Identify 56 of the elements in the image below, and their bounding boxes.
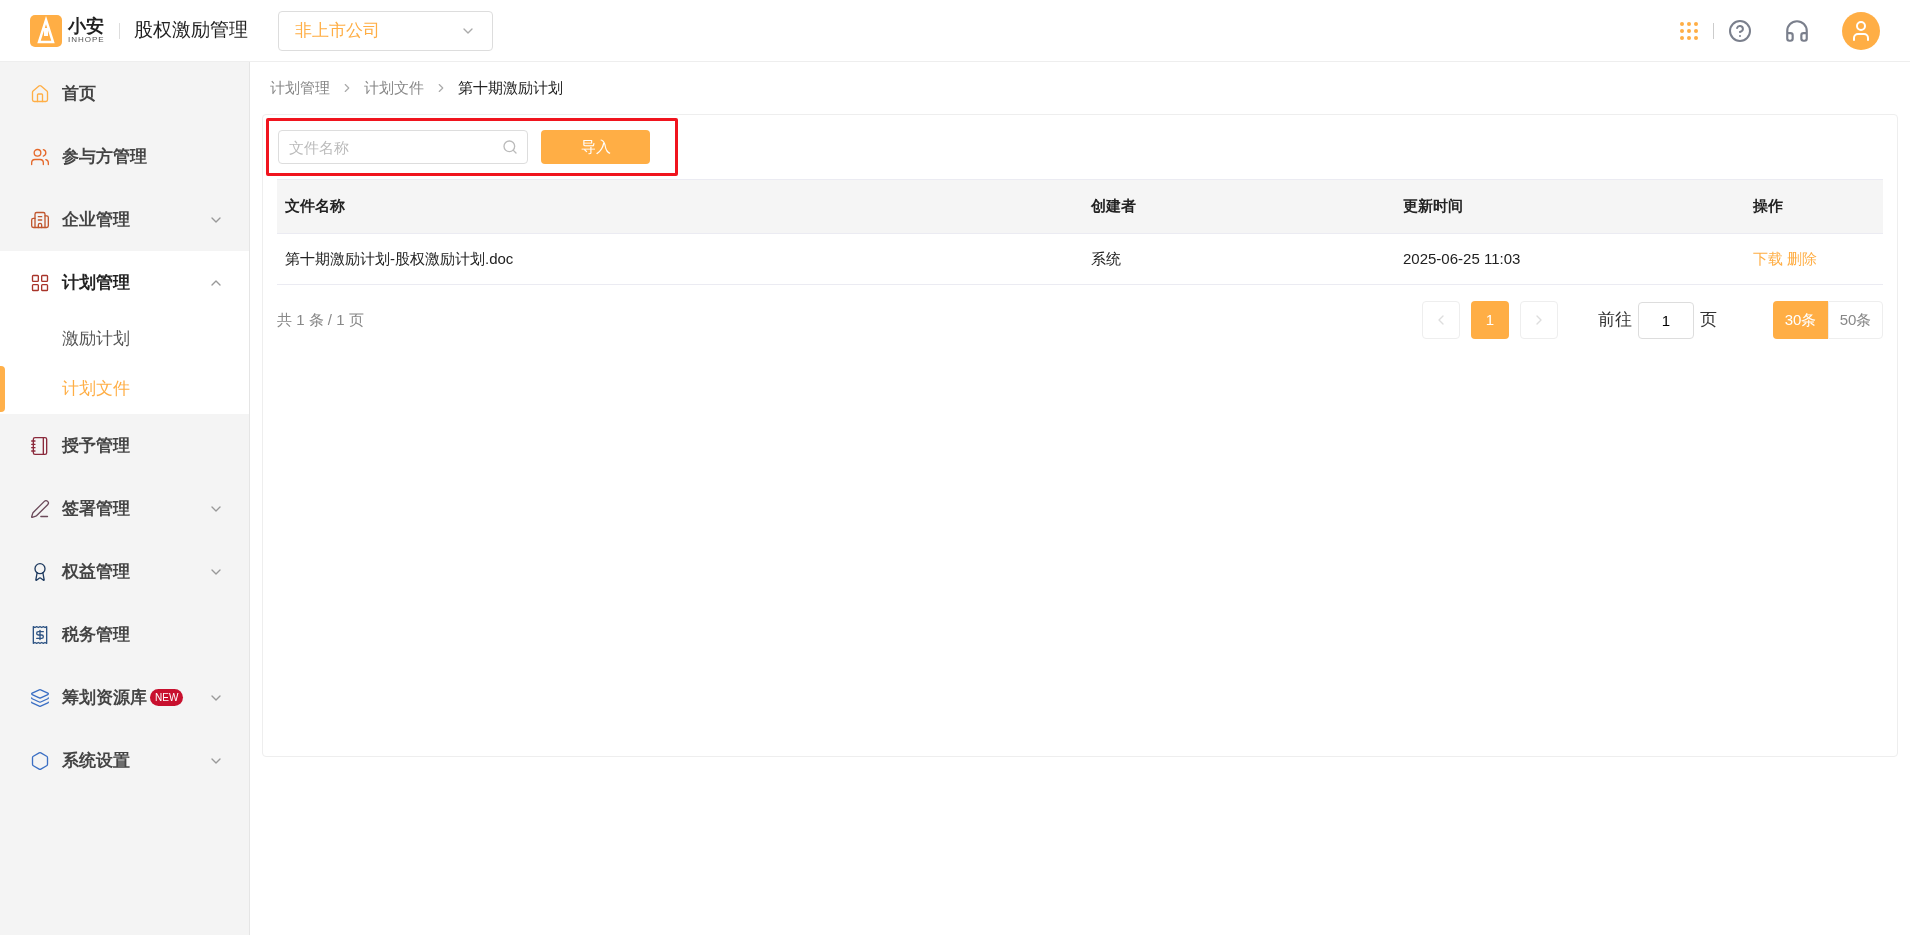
sidebar-item[interactable]: 计划管理 [0, 251, 249, 314]
goto-suffix: 页 [1700, 309, 1717, 332]
sidebar-item[interactable]: 参与方管理 [0, 125, 249, 188]
sidebar-item[interactable]: 签署管理 [0, 477, 249, 540]
avatar[interactable] [1842, 11, 1880, 50]
sidebar-item-label: 税务管理 [62, 623, 130, 646]
logo-subtext: INHOPE [68, 36, 105, 44]
logo-icon [30, 14, 62, 47]
logo-text: 小安 [68, 17, 105, 35]
column-header: 更新时间 [1402, 196, 1464, 217]
receipt-icon [30, 624, 50, 645]
search-field[interactable]: 文件名称 [278, 130, 528, 164]
headset-icon[interactable] [1784, 17, 1810, 44]
pagination-summary: 共 1 条 / 1 页 [277, 309, 364, 330]
sidebar-item[interactable]: 税务管理 [0, 603, 249, 666]
building-icon [30, 209, 50, 230]
apps-grid-icon[interactable] [1679, 20, 1699, 41]
sidebar-item-label: 参与方管理 [62, 145, 147, 168]
sidebar-item[interactable]: 筹划资源库 NEW [0, 666, 249, 729]
home-icon [30, 83, 50, 104]
sidebar-item-label: 系统设置 [62, 749, 130, 772]
sidebar-item-label: 签署管理 [62, 497, 130, 520]
breadcrumb-item: 第十期激励计划 [458, 77, 563, 98]
hexagon-icon [30, 750, 50, 771]
goto-page-field[interactable]: 1 [1638, 301, 1694, 339]
search-icon [502, 139, 518, 155]
breadcrumb-item[interactable]: 计划管理 [270, 76, 330, 100]
sidebar-item-label: 筹划资源库 [62, 686, 147, 709]
sidebar-item[interactable]: 权益管理 [0, 540, 249, 603]
sidebar-item-label: 授予管理 [62, 434, 130, 457]
column-header: 文件名称 [284, 196, 346, 217]
breadcrumb-item[interactable]: 计划文件 [364, 76, 424, 100]
updated-time-cell-text: 2025-06-25 11:03 [1402, 248, 1522, 269]
people-icon [30, 146, 50, 167]
sidebar-item-label: 首页 [62, 82, 96, 105]
grid-icon [30, 272, 50, 293]
goto-label: 前往 [1598, 309, 1632, 332]
help-icon[interactable] [1728, 18, 1752, 43]
page-size-option[interactable]: 50条 [1828, 301, 1883, 339]
column-header: 操作 [1752, 196, 1784, 217]
layers-icon [30, 687, 50, 708]
creator-cell-text: 系统 [1090, 248, 1122, 269]
file-name-cell-text: 第十期激励计划-股权激励计划.doc [284, 248, 515, 269]
sidebar-item-label: 企业管理 [62, 208, 130, 231]
sidebar-item-label: 权益管理 [62, 560, 130, 583]
sidebar-item[interactable]: 授予管理 [0, 414, 249, 477]
app-title: 股权激励管理 [133, 18, 248, 43]
submenu-item[interactable]: 激励计划 [62, 326, 130, 352]
new-badge: NEW [150, 689, 184, 706]
pen-icon [30, 498, 50, 519]
sidebar-item-label: 计划管理 [62, 271, 130, 294]
column-header: 创建者 [1090, 196, 1137, 217]
sidebar-item[interactable]: 首页 [0, 62, 249, 125]
sidebar-item[interactable]: 企业管理 [0, 188, 249, 251]
sidebar-item[interactable]: 系统设置 [0, 729, 249, 792]
notebook-icon [30, 435, 50, 456]
